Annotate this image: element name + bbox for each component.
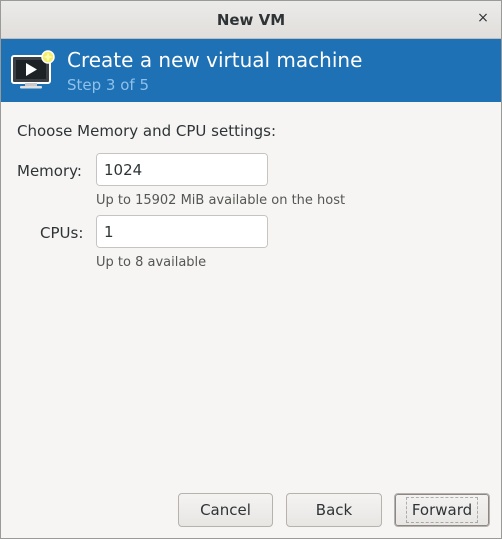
section-label: Choose Memory and CPU settings: bbox=[17, 122, 277, 140]
back-button-label: Back bbox=[315, 501, 353, 519]
cpus-input[interactable] bbox=[97, 216, 267, 247]
forward-button-label: Forward bbox=[405, 497, 479, 523]
new-vm-dialog: New VM × Create a new virtual machine St… bbox=[0, 0, 502, 539]
memory-label: Memory: bbox=[17, 162, 82, 180]
forward-button[interactable]: Forward bbox=[394, 493, 490, 527]
close-icon[interactable]: × bbox=[475, 10, 491, 26]
cpus-hint: Up to 8 available bbox=[96, 255, 207, 270]
window-title: New VM bbox=[216, 11, 286, 29]
cancel-button[interactable]: Cancel bbox=[178, 493, 273, 527]
cancel-button-label: Cancel bbox=[200, 501, 251, 519]
title-bar: New VM × bbox=[1, 1, 501, 39]
memory-input[interactable] bbox=[97, 154, 267, 185]
wizard-header: Create a new virtual machine Step 3 of 5 bbox=[1, 39, 501, 102]
wizard-heading: Create a new virtual machine bbox=[67, 48, 363, 72]
cpus-spinbutton: − + bbox=[96, 215, 268, 248]
cpus-label: CPUs: bbox=[40, 224, 84, 242]
memory-spinbutton: − + bbox=[96, 153, 268, 186]
wizard-step-indicator: Step 3 of 5 bbox=[67, 76, 150, 94]
memory-hint: Up to 15902 MiB available on the host bbox=[96, 193, 346, 208]
back-button[interactable]: Back bbox=[286, 493, 382, 527]
virtual-machine-screen-icon bbox=[11, 50, 55, 89]
